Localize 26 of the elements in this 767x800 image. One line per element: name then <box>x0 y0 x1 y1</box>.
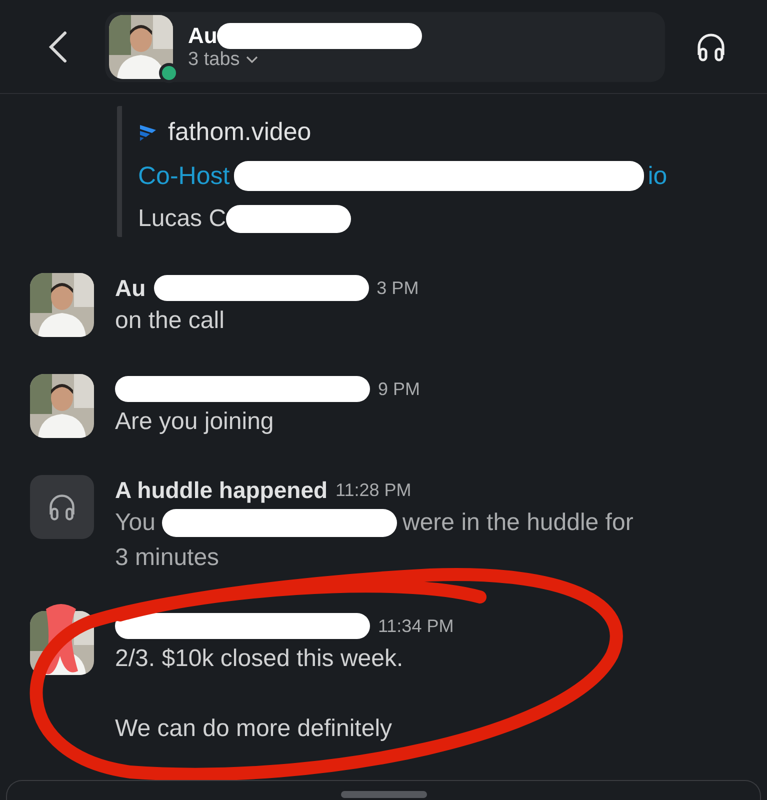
title-link[interactable]: io <box>648 162 668 190</box>
huddle-text: were in the huddle for <box>402 508 634 538</box>
headphones-icon[interactable] <box>695 30 727 62</box>
source-label: fathom.video <box>168 118 312 147</box>
sender-name: Au <box>115 274 146 302</box>
channel-header[interactable]: Au 3 tabs <box>105 12 665 82</box>
contact-name: Au <box>188 22 218 48</box>
title-link[interactable]: Co-Host <box>138 162 230 190</box>
timestamp: 9 PM <box>378 378 420 400</box>
timestamp: 11:28 PM <box>336 480 412 500</box>
message-text: on the call <box>115 306 226 336</box>
huddle-text: 3 minutes <box>115 543 220 573</box>
tabs-label: 3 tabs <box>188 48 240 70</box>
back-icon[interactable] <box>48 30 68 64</box>
timestamp: 3 PM <box>376 278 419 298</box>
huddle-text: You <box>115 508 156 538</box>
composer-sheet[interactable] <box>6 780 761 800</box>
headphones-icon <box>47 492 77 522</box>
fathom-logo-icon <box>138 122 158 142</box>
chevron-down-icon <box>246 56 258 64</box>
message-text: Are you joining <box>115 407 275 437</box>
timestamp: 11:34 PM <box>378 616 454 636</box>
drag-handle[interactable] <box>340 791 426 798</box>
message-text: 2/3. $10k closed this week. We can do more definitely <box>115 644 404 744</box>
sender-name: A huddle happened <box>115 476 328 504</box>
author-name: Lucas C <box>138 205 226 233</box>
